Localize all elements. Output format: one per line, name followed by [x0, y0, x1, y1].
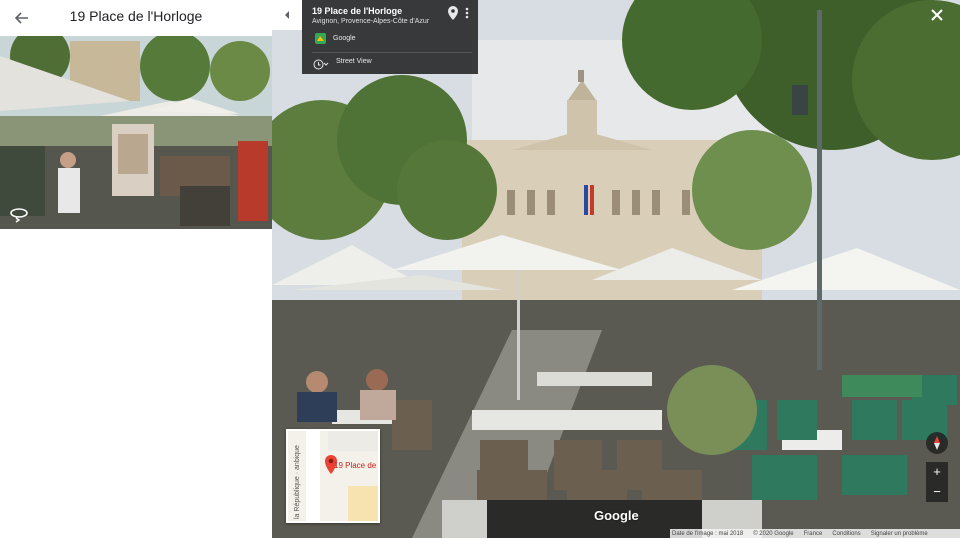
back-button[interactable] [10, 6, 34, 30]
time-travel-button[interactable] [313, 57, 329, 70]
zoom-out-button[interactable]: − [926, 482, 948, 502]
close-icon [931, 9, 943, 21]
compass-button[interactable] [926, 432, 948, 454]
image-date: Date de l'image : mai 2018 [672, 530, 744, 537]
chevron-left-icon [285, 11, 289, 19]
panel-header: 19 Place de l'Horloge [0, 0, 272, 36]
more-vert-icon [465, 7, 469, 19]
street-view-label[interactable]: Street View [336, 58, 372, 65]
rotate-360-icon [10, 208, 28, 223]
terms-link[interactable]: Conditions [832, 531, 860, 537]
close-street-view-button[interactable] [928, 6, 946, 24]
mini-map-canvas [288, 431, 378, 521]
history-clock-icon [313, 59, 329, 70]
contributor-name: Google [333, 35, 356, 42]
attribution-bar: Date de l'image : mai 2018 © 2020 Google… [670, 529, 960, 538]
collapse-panel-button[interactable] [272, 0, 302, 30]
copyright: © 2020 Google [753, 530, 794, 537]
location-pin-icon [448, 6, 458, 20]
page-title: 19 Place de l'Horloge [69, 8, 203, 24]
location-card: 19 Place de l'Horloge Avignon, Provence-… [302, 0, 478, 74]
photo-thumbnail [0, 36, 272, 229]
report-problem-link[interactable]: Signaler un problème [871, 531, 928, 537]
country-link[interactable]: France [804, 531, 823, 537]
mini-map-place-label: 19 Place de [334, 461, 377, 470]
zoom-in-button[interactable]: + [926, 462, 948, 482]
more-options-button[interactable] [463, 6, 471, 20]
side-panel: 19 Place de l'Horloge [0, 0, 272, 538]
card-title: 19 Place de l'Horloge [312, 6, 403, 16]
zoom-controls: + − [926, 462, 948, 502]
google-contributor-icon [315, 33, 326, 44]
place-photo[interactable] [0, 36, 272, 229]
location-pin-button[interactable] [448, 6, 458, 20]
arrow-back-icon [15, 12, 28, 24]
compass-icon [934, 436, 940, 450]
card-divider [312, 52, 472, 53]
mini-map[interactable]: 19 Place de la République · anbique [286, 429, 380, 523]
card-subtitle: Avignon, Provence-Alpes-Côte d'Azur [312, 18, 430, 25]
rotate-360-button[interactable] [8, 205, 30, 223]
mini-map-road-label: la République · anbique [294, 445, 301, 519]
google-logo: Google [594, 508, 639, 523]
